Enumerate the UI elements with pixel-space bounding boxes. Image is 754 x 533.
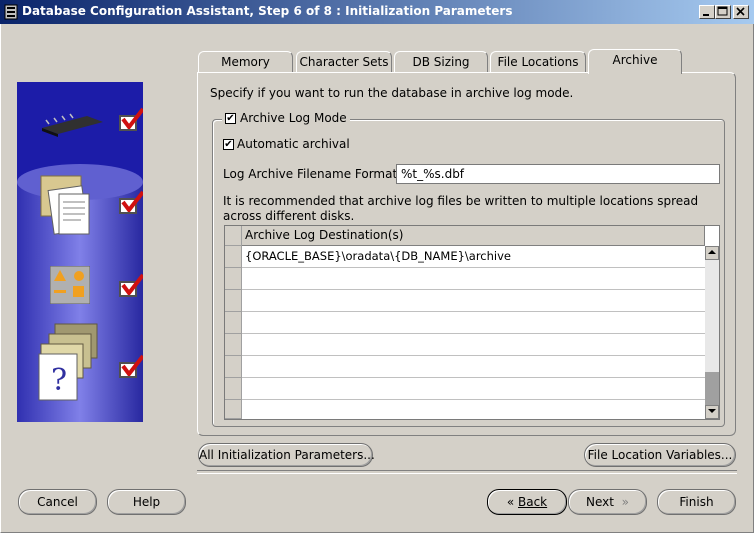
table-scrollbar[interactable] bbox=[705, 246, 719, 419]
back-button[interactable]: « Back bbox=[487, 489, 567, 515]
archive-log-mode-checkbox[interactable]: ✔ Archive Log Mode bbox=[222, 111, 350, 125]
table-cell[interactable] bbox=[242, 268, 705, 290]
close-icon bbox=[736, 7, 745, 16]
automatic-archival-label: Automatic archival bbox=[237, 137, 350, 151]
scroll-thumb[interactable] bbox=[705, 372, 719, 405]
archive-log-mode-label: Archive Log Mode bbox=[240, 111, 347, 125]
minimize-icon bbox=[703, 14, 709, 16]
automatic-archival-checkbox[interactable]: ✔ Automatic archival bbox=[223, 137, 350, 151]
scroll-up-button[interactable] bbox=[705, 246, 719, 260]
tab-db-sizing[interactable]: DB Sizing bbox=[394, 51, 488, 72]
all-init-params-button[interactable]: All Initialization Parameters... bbox=[198, 443, 375, 467]
window-title: Database Configuration Assistant, Step 6… bbox=[22, 4, 513, 18]
automatic-archival-check[interactable]: ✔ bbox=[223, 138, 234, 150]
shapes-icon bbox=[50, 266, 90, 304]
finish-button[interactable]: Finish bbox=[657, 489, 736, 515]
title-bar: Database Configuration Assistant, Step 6… bbox=[0, 0, 754, 24]
arrow-up-icon bbox=[708, 250, 716, 254]
row-header[interactable] bbox=[225, 290, 242, 312]
recommendation-text: It is recommended that archive log files… bbox=[223, 194, 699, 223]
wizard-side-image: ? bbox=[17, 82, 143, 422]
next-button-label: Next bbox=[586, 495, 614, 509]
tab-memory[interactable]: Memory bbox=[198, 51, 293, 72]
row-header[interactable] bbox=[225, 400, 242, 419]
checkmark-icon bbox=[121, 354, 143, 376]
next-button[interactable]: Next » bbox=[568, 489, 647, 515]
step-checkbox-2 bbox=[119, 190, 143, 214]
svg-text:?: ? bbox=[51, 363, 67, 398]
step-checkbox-3 bbox=[119, 273, 143, 297]
row-header[interactable] bbox=[225, 312, 242, 334]
row-header[interactable] bbox=[225, 268, 242, 290]
checkmark-icon bbox=[121, 107, 143, 129]
checkmark-icon bbox=[121, 190, 143, 212]
close-button[interactable] bbox=[733, 5, 749, 19]
table-cell[interactable] bbox=[242, 312, 705, 334]
tab-character-sets[interactable]: Character Sets bbox=[296, 51, 392, 72]
log-archive-format-input[interactable]: %t_%s.dbf bbox=[396, 164, 720, 184]
tab-file-locations[interactable]: File Locations bbox=[490, 51, 586, 72]
table-corner bbox=[225, 226, 242, 246]
folders-help-icon: ? bbox=[38, 323, 98, 401]
help-button[interactable]: Help bbox=[107, 489, 186, 515]
archive-intro-text: Specify if you want to run the database … bbox=[210, 86, 574, 100]
maximize-icon bbox=[717, 6, 728, 16]
row-header[interactable] bbox=[225, 378, 242, 400]
table-cell[interactable]: {ORACLE_BASE}\oradata\{DB_NAME}\archive bbox=[242, 246, 705, 268]
documents-icon bbox=[40, 175, 90, 235]
tab-archive[interactable]: Archive bbox=[588, 49, 682, 74]
scroll-down-button[interactable] bbox=[705, 405, 719, 419]
format-label: Log Archive Filename Format: bbox=[223, 167, 402, 181]
chip-icon bbox=[42, 113, 103, 137]
row-header[interactable] bbox=[225, 356, 242, 378]
column-header-destinations[interactable]: Archive Log Destination(s) bbox=[242, 226, 705, 246]
chevron-left-icon: « bbox=[506, 495, 518, 509]
back-button-label: Back bbox=[518, 495, 548, 509]
table-cell[interactable] bbox=[242, 290, 705, 312]
minimize-button[interactable] bbox=[699, 5, 715, 19]
row-header[interactable] bbox=[225, 334, 242, 356]
maximize-button[interactable] bbox=[715, 5, 731, 19]
oracle-app-icon bbox=[4, 4, 18, 20]
table-cell[interactable] bbox=[242, 356, 705, 378]
checkmark-icon bbox=[121, 273, 143, 295]
table-cell[interactable] bbox=[242, 334, 705, 356]
step-checkbox-1 bbox=[119, 107, 143, 131]
arrow-down-icon bbox=[708, 409, 716, 413]
table-cell[interactable] bbox=[242, 400, 705, 419]
step-checkbox-4 bbox=[119, 354, 143, 378]
file-location-variables-button[interactable]: File Location Variables... bbox=[584, 443, 736, 467]
chevron-right-icon: » bbox=[613, 495, 629, 509]
table-cell[interactable] bbox=[242, 378, 705, 400]
separator bbox=[197, 470, 737, 474]
cancel-button[interactable]: Cancel bbox=[18, 489, 97, 515]
archive-log-mode-check[interactable]: ✔ bbox=[225, 112, 236, 124]
row-header[interactable] bbox=[225, 246, 242, 268]
archive-destinations-table[interactable]: Archive Log Destination(s) {ORACLE_BASE}… bbox=[224, 225, 720, 420]
